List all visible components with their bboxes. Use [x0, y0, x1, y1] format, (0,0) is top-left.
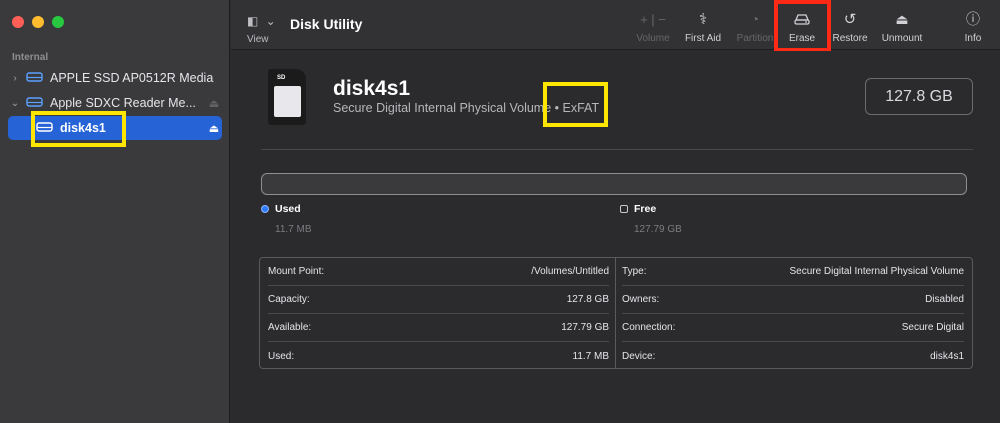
info-column-right: Type: Secure Digital Internal Physical Vo…: [616, 258, 964, 368]
legend-used-label: Used: [275, 203, 301, 215]
info-row: Type: Secure Digital Internal Physical Vo…: [622, 258, 964, 286]
sd-card-label-face: [274, 86, 301, 117]
info-value: /Volumes/Untitled: [531, 266, 610, 277]
window-controls: [12, 16, 64, 28]
tool-label: Volume: [636, 33, 670, 44]
volume-type-text: Secure Digital Internal Physical Volume: [333, 101, 552, 115]
view-label: View: [247, 34, 269, 45]
legend-used-value: 11.7 MB: [275, 224, 312, 235]
close-window-button[interactable]: [12, 16, 24, 28]
info-key: Available:: [268, 322, 312, 333]
info-value: Secure Digital: [901, 322, 964, 333]
info-key: Owners:: [622, 294, 660, 305]
view-button[interactable]: ◧ ⌄ View: [247, 12, 287, 45]
info-row: Available: 127.79 GB: [268, 314, 610, 342]
eject-icon[interactable]: ⏏: [206, 97, 222, 110]
internal-disk-icon: [26, 71, 44, 86]
chevron-right-icon[interactable]: ›: [8, 73, 22, 84]
legend-free-value: 127.79 GB: [634, 224, 682, 235]
info-value: Disabled: [925, 294, 964, 305]
volume-name: disk4s1: [333, 77, 411, 100]
sd-card-icon: SD: [268, 69, 306, 125]
chevron-down-icon[interactable]: ⌄: [8, 98, 22, 109]
legend-free-label: Free: [634, 203, 657, 215]
first-aid-button[interactable]: ⚕ First Aid: [681, 10, 725, 44]
info-button[interactable]: ⓘ Info: [961, 10, 985, 44]
highlight-box-erase: [774, 0, 831, 52]
info-row: Device: disk4s1: [622, 342, 964, 370]
info-key: Type:: [622, 266, 647, 277]
eject-icon[interactable]: ⏏: [206, 122, 222, 135]
info-key: Capacity:: [268, 294, 310, 305]
info-value: 127.8 GB: [566, 294, 610, 305]
volume-info-table: Mount Point: /Volumes/Untitled Capacity: 1…: [259, 257, 973, 369]
sidebar-item-label: Apple SDXC Reader Me...: [50, 96, 196, 110]
used-swatch-icon: [261, 205, 269, 213]
zoom-window-button[interactable]: [52, 16, 64, 28]
restore-icon: ↺: [843, 11, 857, 28]
info-row: Used: 11.7 MB: [268, 342, 609, 370]
legend-free: Free 127.79 GB: [620, 203, 682, 235]
volume-detail-pane: SD disk4s1 Secure Digital Internal Physi…: [231, 51, 1000, 423]
toolbar: ◧ ⌄ View Disk Utility + | − Volume ⚕ Fir…: [231, 0, 1000, 52]
sidebar-item-apple-ssd[interactable]: › APPLE SSD AP0512R Media: [8, 66, 222, 90]
info-value: disk4s1: [930, 350, 964, 362]
app-title: Disk Utility: [290, 16, 363, 32]
partition-button[interactable]: ◔ Partition: [733, 10, 777, 44]
capacity-badge: 127.8 GB: [865, 78, 973, 115]
highlight-box-disk4s1: [31, 111, 126, 147]
info-row: Connection: Secure Digital: [622, 314, 964, 342]
volume-button[interactable]: + | − Volume: [633, 10, 673, 45]
info-key: Used:: [268, 350, 295, 362]
info-value: Secure Digital Internal Physical Volume: [789, 266, 964, 277]
tool-label: Unmount: [881, 33, 923, 44]
info-icon: ⓘ: [966, 11, 980, 27]
partition-icon: ◔: [750, 11, 760, 27]
disk-utility-window: Internal › APPLE SSD AP0512R Media ⌄ App…: [0, 0, 1000, 423]
info-value: 11.7 MB: [572, 350, 610, 362]
external-disk-icon: [26, 96, 44, 111]
restore-button[interactable]: ↺ Restore: [829, 10, 871, 44]
plus-minus-icon: + | −: [640, 11, 666, 27]
legend-used: Used 11.7 MB: [261, 203, 312, 235]
tool-label: Partition: [736, 33, 774, 44]
info-row: Capacity: 127.8 GB: [268, 286, 610, 314]
info-key: Mount Point:: [268, 266, 325, 277]
tool-label: First Aid: [684, 33, 722, 44]
info-key: Device:: [622, 350, 656, 362]
info-column-left: Mount Point: /Volumes/Untitled Capacity: 1…: [268, 258, 617, 370]
usage-bar: [261, 173, 967, 195]
divider: [261, 149, 973, 150]
sd-card-icon-text: SD: [277, 75, 286, 81]
unmount-icon: ⏏: [895, 10, 909, 27]
tool-label: Restore: [832, 33, 868, 44]
info-row: Owners: Disabled: [622, 286, 964, 314]
unmount-button[interactable]: ⏏ Unmount: [877, 10, 927, 45]
tool-label: Info: [964, 33, 982, 44]
stethoscope-icon: ⚕: [698, 11, 708, 28]
sidebar-section-internal: Internal: [12, 52, 49, 63]
info-value: 127.79 GB: [561, 322, 610, 333]
free-swatch-icon: [620, 205, 628, 213]
highlight-box-exfat: [543, 82, 608, 127]
sidebar: Internal › APPLE SSD AP0512R Media ⌄ App…: [0, 0, 230, 423]
sidebar-toggle-icon: ◧ ⌄: [247, 14, 278, 28]
info-row: Mount Point: /Volumes/Untitled: [268, 258, 610, 286]
sidebar-item-label: APPLE SSD AP0512R Media: [50, 71, 214, 85]
minimize-window-button[interactable]: [32, 16, 44, 28]
info-key: Connection:: [622, 322, 676, 333]
